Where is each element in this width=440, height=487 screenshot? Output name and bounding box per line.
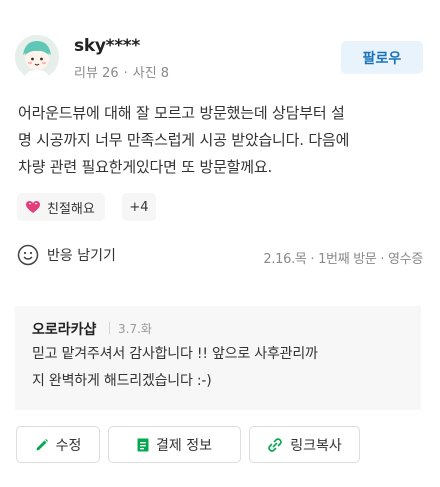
- reply-text: 믿고 맡겨주셔서 감사합니다 !! 앞으로 사후관리까 지 완벽하게 해드리겠습…: [32, 346, 318, 389]
- edit-button[interactable]: 수정: [16, 426, 100, 463]
- react-label: 반응 남기기: [47, 248, 116, 264]
- react-button[interactable]: 반응 남기기: [17, 244, 116, 266]
- payment-label: 결제 정보: [156, 437, 212, 454]
- edit-label: 수정: [55, 437, 82, 454]
- receipt-icon: [137, 438, 149, 451]
- pencil-icon: [36, 438, 48, 450]
- photo-count: 사진 8: [132, 66, 170, 81]
- follow-button[interactable]: 팔로우: [341, 41, 423, 74]
- copy-link-label: 링크복사: [290, 437, 342, 454]
- review-count: 리뷰 26: [74, 66, 119, 81]
- owner-name: 오로라카샵: [32, 322, 97, 338]
- avatar-icon: [15, 35, 59, 79]
- tag-label: 친절해요: [47, 201, 95, 217]
- payment-info-button[interactable]: 결제 정보: [108, 426, 241, 463]
- reply-date: 3.7.화: [118, 322, 152, 336]
- copy-link-button[interactable]: 링크복사: [249, 426, 360, 463]
- owner-reply: 오로라카샵 3.7.화 믿고 맡겨주셔서 감사합니다 !! 앞으로 사후관리까 …: [15, 306, 421, 410]
- smile-icon: [17, 244, 39, 266]
- user-stats: 리뷰 26 · 사진 8: [74, 62, 169, 81]
- more-tags-chip[interactable]: +4: [122, 193, 156, 221]
- review-card: sky**** 리뷰 26 · 사진 8 팔로우 어라운드뷰에 대해 잘 모르고 방…: [0, 0, 440, 487]
- review-text: 어라운드뷰에 대해 잘 모르고 방문했는데 상담부터 설 명 시공까지 너무 만…: [18, 104, 350, 176]
- heart-icon: [26, 201, 40, 213]
- avatar[interactable]: [15, 35, 59, 79]
- stats-separator: ·: [123, 66, 128, 81]
- visit-meta: 2.16.목 · 1번째 방문 · 영수증: [263, 252, 423, 267]
- reply-separator: [109, 322, 110, 334]
- tag-chip-kind[interactable]: 친절해요: [17, 193, 105, 221]
- link-icon: [268, 437, 283, 452]
- username[interactable]: sky****: [74, 36, 140, 56]
